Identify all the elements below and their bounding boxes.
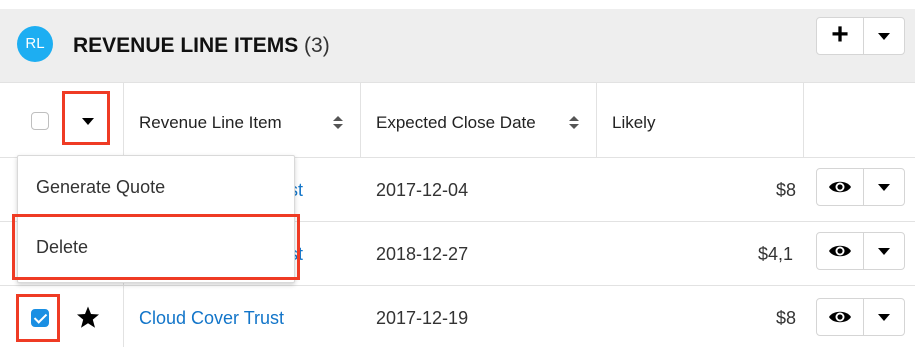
- subpanel-title[interactable]: REVENUE LINE ITEMS (3): [73, 33, 330, 59]
- menu-item-delete[interactable]: Delete: [36, 236, 88, 258]
- caret-down-icon: [878, 184, 890, 191]
- menu-divider: [18, 216, 294, 217]
- eye-icon: [829, 311, 851, 323]
- row-actions-dropdown-button[interactable]: [863, 298, 905, 336]
- eye-icon: [829, 245, 851, 257]
- row-select-checkbox[interactable]: [31, 309, 49, 327]
- likely-amount: $8: [776, 180, 797, 200]
- expected-close-date: 2018-12-27: [376, 244, 469, 264]
- preview-button[interactable]: [816, 232, 864, 270]
- column-header-revenue-line-item[interactable]: Revenue Line Item: [139, 112, 282, 134]
- column-header-likely[interactable]: Likely: [612, 112, 655, 134]
- caret-down-icon: [878, 248, 890, 255]
- row-actions-dropdown-button[interactable]: [863, 168, 905, 206]
- caret-down-icon: [878, 314, 890, 321]
- column-header-expected-close-date[interactable]: Expected Close Date: [376, 112, 536, 134]
- likely-amount: $4,1: [758, 244, 794, 264]
- row-actions-dropdown-button[interactable]: [863, 232, 905, 270]
- record-count: (3): [304, 34, 330, 57]
- expected-close-date: 2017-12-19: [376, 308, 469, 328]
- column-divider: [360, 82, 361, 157]
- sort-icon[interactable]: [569, 116, 579, 130]
- preview-button[interactable]: [816, 298, 864, 336]
- add-options-dropdown-button[interactable]: [863, 17, 905, 55]
- menu-item-generate-quote[interactable]: Generate Quote: [36, 176, 165, 198]
- revenue-line-item-link[interactable]: Cloud Cover Trust: [139, 307, 284, 329]
- header-bottom-divider: [0, 82, 915, 83]
- row-divider: [0, 285, 915, 286]
- sort-icon[interactable]: [333, 116, 343, 130]
- eye-icon: [829, 181, 851, 193]
- mass-actions-caret-icon[interactable]: [82, 118, 94, 125]
- expected-close-date: 2017-12-04: [376, 180, 469, 200]
- module-badge: RL: [17, 26, 53, 62]
- caret-down-icon: [878, 33, 890, 40]
- preview-button[interactable]: [816, 168, 864, 206]
- likely-amount: $8: [776, 308, 797, 328]
- column-divider: [803, 82, 804, 157]
- mass-actions-menu: Generate Quote Delete: [17, 155, 295, 283]
- column-divider: [596, 82, 597, 157]
- add-record-button[interactable]: +: [816, 17, 864, 55]
- subpanel-title-text: REVENUE LINE ITEMS: [73, 34, 299, 57]
- subpanel-header: RL REVENUE LINE ITEMS (3) +: [0, 9, 915, 82]
- select-all-checkbox[interactable]: [31, 112, 49, 130]
- star-icon[interactable]: [76, 306, 100, 329]
